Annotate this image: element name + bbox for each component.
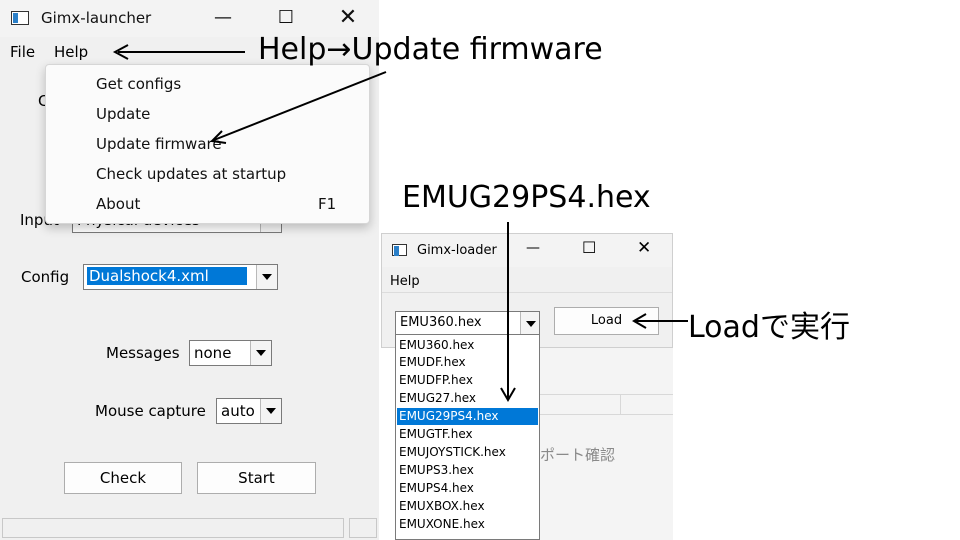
annotation-arrows [112, 44, 688, 402]
arrow-to-update-firmware [213, 71, 387, 141]
